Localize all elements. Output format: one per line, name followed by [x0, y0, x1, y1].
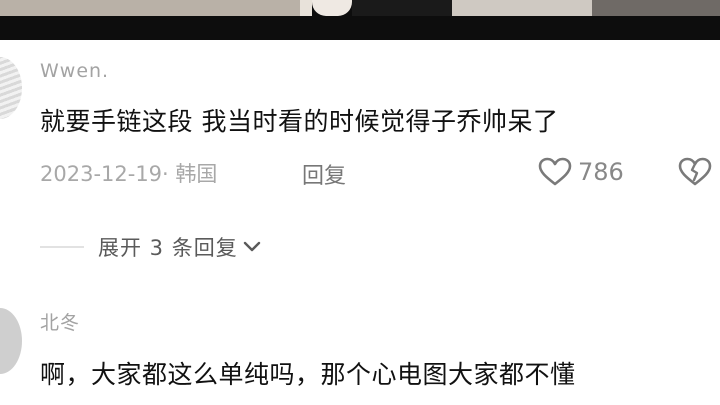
comment-text[interactable]: 啊，大家都这么单纯吗，那个心电图大家都不懂: [40, 355, 576, 391]
video-player-strip[interactable]: [0, 0, 720, 40]
chevron-down-icon: [243, 241, 260, 252]
comment-username[interactable]: Wwen.: [40, 60, 109, 82]
video-frame-segment: [592, 0, 720, 16]
comment-username[interactable]: 北冬: [40, 308, 80, 335]
comment-list: Wwen. 就要手链这段 我当时看的时候觉得子乔帅呆了 2023-12-19· …: [0, 40, 720, 405]
expand-replies-label: 展开 3 条回复: [98, 236, 238, 260]
video-frame-segment: [352, 0, 452, 16]
video-frame-segment: [300, 0, 312, 16]
like-button[interactable]: 786: [538, 157, 624, 187]
dislike-button[interactable]: [678, 157, 712, 191]
comment-meta: 2023-12-19· 韩国: [40, 162, 218, 186]
video-frame-segment: [0, 0, 300, 16]
like-count: 786: [578, 158, 624, 186]
avatar[interactable]: [0, 57, 22, 119]
divider: [40, 246, 84, 248]
broken-heart-icon: [678, 157, 712, 186]
expand-replies-button[interactable]: 展开 3 条回复: [40, 232, 262, 262]
heart-outline-icon: [538, 157, 572, 186]
video-frame-segment: [452, 0, 592, 16]
reply-button[interactable]: 回复: [302, 158, 346, 190]
avatar[interactable]: [0, 308, 22, 374]
comment-text[interactable]: 就要手链这段 我当时看的时候觉得子乔帅呆了: [40, 102, 558, 138]
video-frame-segment: [312, 0, 352, 16]
